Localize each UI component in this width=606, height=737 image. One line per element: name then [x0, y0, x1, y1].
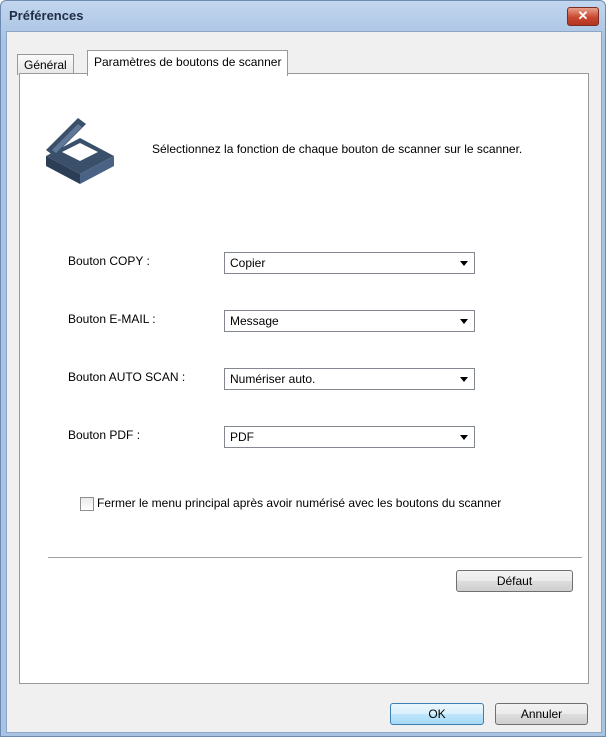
copy-button-label: Bouton COPY : [68, 254, 150, 268]
auto-scan-button-value: Numériser auto. [230, 372, 316, 386]
close-main-menu-label[interactable]: Fermer le menu principal après avoir num… [97, 496, 501, 510]
pdf-button-value: PDF [230, 430, 254, 444]
separator [48, 557, 582, 559]
chevron-down-icon [460, 377, 468, 382]
auto-scan-button-select[interactable]: Numériser auto. [224, 368, 475, 390]
email-button-label: Bouton E-MAIL : [68, 312, 156, 326]
copy-button-value: Copier [230, 256, 266, 270]
window-title: Préférences [9, 8, 84, 23]
title-bar[interactable]: Préférences ✕ [1, 1, 605, 31]
tab-general[interactable]: Général [17, 54, 74, 75]
cancel-button[interactable]: Annuler [495, 703, 588, 725]
dialog-client-area: Général Paramètres de boutons de scanner… [6, 31, 602, 733]
scanner-icon [46, 118, 114, 184]
pdf-button-label: Bouton PDF : [68, 428, 141, 442]
chevron-down-icon [460, 435, 468, 440]
chevron-down-icon [460, 319, 468, 324]
close-icon: ✕ [577, 8, 589, 23]
scanner-buttons-panel: Sélectionnez la fonction de chaque bouto… [19, 73, 589, 684]
email-button-value: Message [230, 314, 279, 328]
copy-button-select[interactable]: Copier [224, 252, 475, 274]
chevron-down-icon [460, 261, 468, 266]
ok-button[interactable]: OK [390, 703, 484, 725]
pdf-button-select[interactable]: PDF [224, 426, 475, 448]
description-text: Sélectionnez la fonction de chaque bouto… [152, 142, 523, 156]
close-button[interactable]: ✕ [567, 7, 599, 26]
preferences-window: Préférences ✕ Général Paramètres de bout… [0, 0, 606, 737]
auto-scan-button-label: Bouton AUTO SCAN : [68, 370, 186, 384]
default-button[interactable]: Défaut [456, 570, 573, 592]
tab-scanner-buttons[interactable]: Paramètres de boutons de scanner [87, 50, 289, 76]
email-button-select[interactable]: Message [224, 310, 475, 332]
close-main-menu-checkbox[interactable] [80, 497, 94, 511]
